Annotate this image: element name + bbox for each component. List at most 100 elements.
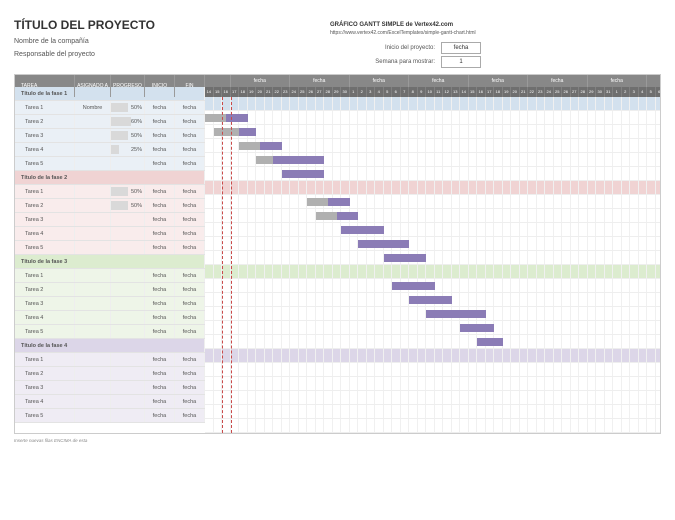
timeline-month: fecha (231, 75, 291, 87)
timeline-day: 11 (435, 87, 444, 97)
timeline-day: 24 (545, 87, 554, 97)
task-table: TAREA ASIGNADO A PROGRESO INICIO FIN Tít… (15, 75, 205, 433)
gantt-bar[interactable] (384, 254, 427, 262)
timeline-day: 22 (273, 87, 282, 97)
timeline-day: 10 (426, 87, 435, 97)
timeline-day: 21 (265, 87, 274, 97)
gantt-bar[interactable] (426, 310, 486, 318)
gantt-timeline: fechafechafechafechafechafechafechafecha… (205, 75, 660, 433)
gantt-bar[interactable] (392, 282, 435, 290)
timeline-day: 16 (477, 87, 486, 97)
task-row[interactable]: Tarea 3fechafecha (15, 297, 205, 311)
timeline-day: 29 (588, 87, 597, 97)
phase-header[interactable]: Título de la fase 3 (15, 255, 205, 269)
gantt-sheet: TAREA ASIGNADO A PROGRESO INICIO FIN Tít… (14, 74, 661, 434)
week-display-input[interactable]: 1 (441, 56, 481, 68)
phase-header[interactable]: Título de la fase 1 (15, 87, 205, 101)
phase-header[interactable]: Título de la fase 4 (15, 339, 205, 353)
insert-row-hint: Inserte nuevas filas ENCIMA de esta (14, 438, 661, 443)
task-row[interactable]: Tarea 425%fechafecha (15, 143, 205, 157)
timeline-day: 20 (511, 87, 520, 97)
start-date-label: Inicio del proyecto: (365, 45, 435, 51)
timeline-day: 21 (520, 87, 529, 97)
task-row[interactable]: Tarea 260%fechafecha (15, 115, 205, 129)
week-display-label: Semana para mostrar: (365, 59, 435, 65)
project-title: TÍTULO DEL PROYECTO (14, 18, 155, 32)
timeline-day: 20 (256, 87, 265, 97)
task-row[interactable]: Tarea 5fechafecha (15, 241, 205, 255)
timeline-day: 5 (384, 87, 393, 97)
timeline-day: 8 (409, 87, 418, 97)
gantt-bar[interactable] (256, 156, 324, 164)
timeline-day: 27 (571, 87, 580, 97)
gantt-bar[interactable] (460, 324, 494, 332)
start-date-input[interactable]: fecha (441, 42, 481, 54)
task-row[interactable]: Tarea 1fechafecha (15, 353, 205, 367)
task-row[interactable]: Tarea 3fechafecha (15, 213, 205, 227)
timeline-day: 6 (656, 87, 661, 97)
timeline-day: 3 (367, 87, 376, 97)
gantt-bar[interactable] (205, 114, 248, 122)
timeline-day: 4 (639, 87, 648, 97)
timeline-day: 30 (596, 87, 605, 97)
timeline-day: 16 (222, 87, 231, 97)
timeline-month: fecha (350, 75, 410, 87)
timeline-month: fecha (469, 75, 529, 87)
task-row[interactable]: Tarea 2fechafecha (15, 283, 205, 297)
task-row[interactable]: Tarea 4fechafecha (15, 311, 205, 325)
gantt-bar[interactable] (282, 170, 325, 178)
timeline-day: 23 (282, 87, 291, 97)
timeline-day: 25 (554, 87, 563, 97)
timeline-day: 5 (647, 87, 656, 97)
task-row[interactable]: Tarea 2fechafecha (15, 367, 205, 381)
task-row[interactable]: Tarea 3fechafecha (15, 381, 205, 395)
timeline-day: 2 (358, 87, 367, 97)
timeline-day: 6 (392, 87, 401, 97)
timeline-day: 24 (290, 87, 299, 97)
timeline-month (205, 75, 231, 87)
timeline-day: 18 (239, 87, 248, 97)
timeline-month: fecha (647, 75, 660, 87)
gantt-bar[interactable] (316, 212, 359, 220)
task-row[interactable]: Tarea 150%fechafecha (15, 185, 205, 199)
task-row[interactable]: Tarea 5fechafecha (15, 409, 205, 423)
task-row[interactable]: Tarea 5fechafecha (15, 157, 205, 171)
gantt-bar[interactable] (358, 240, 409, 248)
timeline-day: 3 (630, 87, 639, 97)
phase-header[interactable]: Título de la fase 2 (15, 171, 205, 185)
timeline-month: fecha (588, 75, 648, 87)
timeline-day: 14 (205, 87, 214, 97)
gantt-bar[interactable] (409, 296, 452, 304)
timeline-day: 28 (579, 87, 588, 97)
timeline-day: 31 (605, 87, 614, 97)
task-row[interactable]: Tarea 350%fechafecha (15, 129, 205, 143)
timeline-day: 27 (316, 87, 325, 97)
timeline-day: 23 (537, 87, 546, 97)
timeline-day: 18 (494, 87, 503, 97)
task-row[interactable]: Tarea 4fechafecha (15, 395, 205, 409)
gantt-bar[interactable] (341, 226, 384, 234)
timeline-day: 9 (418, 87, 427, 97)
task-row[interactable]: Tarea 250%fechafecha (15, 199, 205, 213)
template-credit-link[interactable]: https://www.vertex42.com/ExcelTemplates/… (330, 30, 476, 36)
gantt-bar[interactable] (239, 142, 282, 150)
timeline-day: 1 (350, 87, 359, 97)
gantt-bar[interactable] (214, 128, 257, 136)
gantt-bar[interactable] (307, 198, 350, 206)
timeline-month: fecha (528, 75, 588, 87)
task-row[interactable]: Tarea 1fechafecha (15, 269, 205, 283)
timeline-day: 15 (469, 87, 478, 97)
timeline-day: 7 (401, 87, 410, 97)
timeline-day: 19 (248, 87, 257, 97)
gantt-bar[interactable] (477, 338, 503, 346)
task-row[interactable]: Tarea 4fechafecha (15, 227, 205, 241)
timeline-day: 17 (231, 87, 240, 97)
task-row[interactable]: Tarea 1Nombre50%fechafecha (15, 101, 205, 115)
timeline-month: fecha (290, 75, 350, 87)
project-lead: Responsable del proyecto (14, 51, 155, 58)
company-name: Nombre de la compañía (14, 38, 155, 45)
timeline-day: 26 (562, 87, 571, 97)
today-marker (222, 97, 223, 433)
task-row[interactable]: Tarea 5fechafecha (15, 325, 205, 339)
template-credit: GRÁFICO GANTT SIMPLE de Vertex42.com (330, 22, 476, 28)
